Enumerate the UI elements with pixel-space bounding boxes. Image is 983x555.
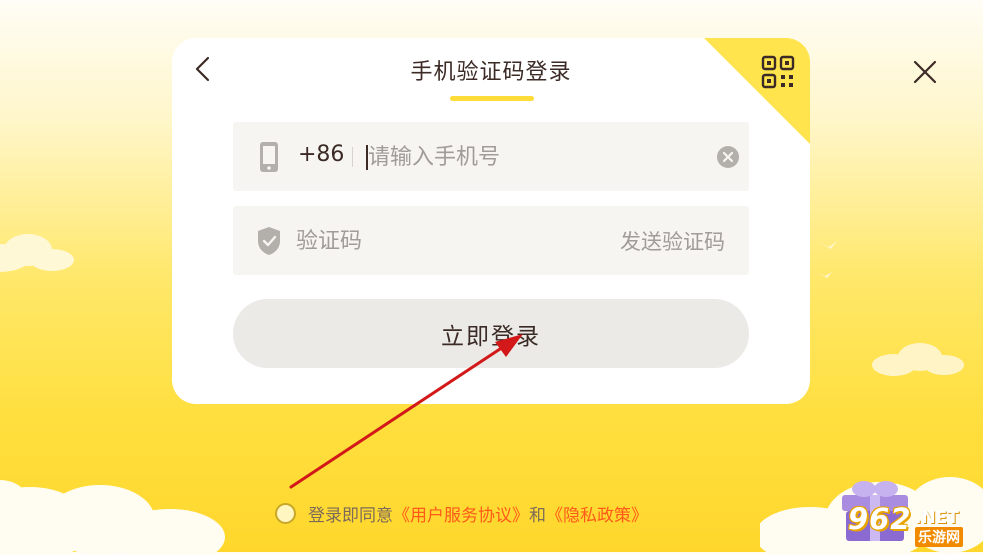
watermark-suffix: .NET — [915, 508, 959, 528]
dialog-title: 手机验证码登录 — [410, 60, 572, 85]
agreement-row: 登录即同意 《用户服务协议》 和 《隐私政策》 — [275, 501, 648, 526]
verification-code-input[interactable] — [296, 224, 556, 258]
cloud-right — [872, 343, 964, 376]
phone-input[interactable] — [368, 140, 698, 174]
clear-circle-icon[interactable] — [716, 145, 740, 169]
cloud-bottom-left — [0, 480, 225, 555]
terms-link[interactable]: 《用户服务协议》 — [393, 501, 529, 526]
watermark-number: 962 — [848, 502, 912, 536]
cloud-top-left — [0, 234, 74, 272]
site-watermark: 962 .NET 乐游网 — [848, 502, 978, 550]
phone-icon — [260, 142, 278, 172]
phone-field[interactable]: +86 — [233, 122, 749, 191]
close-icon[interactable] — [912, 59, 938, 85]
agreement-prefix: 登录即同意 — [308, 505, 393, 526]
shield-check-icon — [258, 227, 280, 255]
birds — [818, 241, 837, 278]
login-dialog: 手机验证码登录 +86 发送验证码 立即登录 — [172, 38, 810, 404]
country-code[interactable]: +86 — [298, 142, 344, 167]
login-button[interactable]: 立即登录 — [233, 299, 749, 368]
agreement-checkbox[interactable] — [275, 502, 296, 524]
field-divider — [352, 147, 353, 167]
send-code-button[interactable]: 发送验证码 — [620, 226, 725, 256]
watermark-subtitle: 乐游网 — [915, 527, 963, 547]
agreement-conjunction: 和 — [529, 505, 546, 526]
code-field[interactable]: 发送验证码 — [233, 206, 749, 275]
title-underline — [450, 96, 534, 101]
privacy-link[interactable]: 《隐私政策》 — [546, 501, 648, 526]
